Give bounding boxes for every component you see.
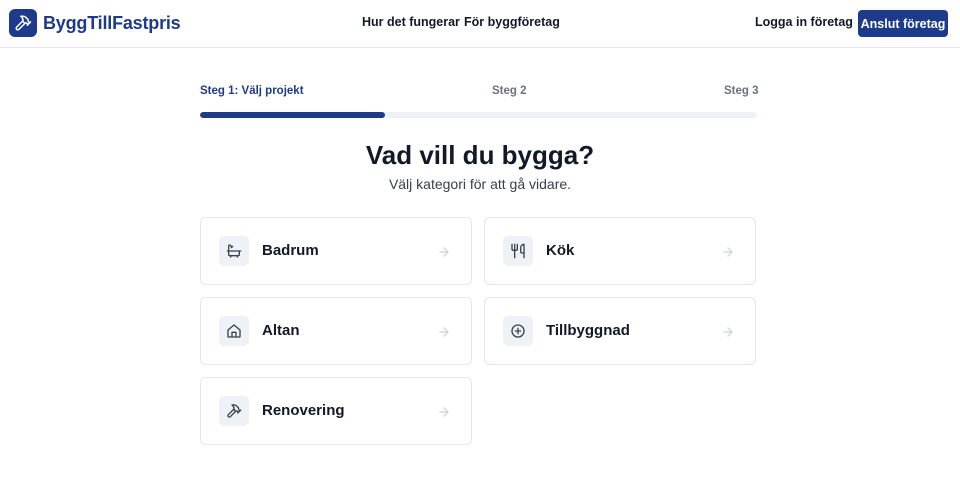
arrow-right-icon [439, 327, 449, 337]
category-card-tillbyggnad[interactable]: Tillbyggnad [484, 297, 756, 365]
category-label: Tillbyggnad [546, 322, 630, 339]
bathtub-icon [219, 236, 249, 266]
arrow-right-icon [439, 247, 449, 257]
page-title: Vad vill du bygga? [365, 140, 595, 170]
arrow-right-icon [723, 327, 733, 337]
arrow-right-icon [439, 407, 449, 417]
category-card-renovering[interactable]: Renovering [200, 377, 472, 445]
category-card-kok[interactable]: Kök [484, 217, 756, 285]
category-label: Altan [262, 322, 300, 339]
plus-circle-icon [503, 316, 533, 346]
utensils-icon [503, 236, 533, 266]
category-label: Kök [546, 242, 575, 259]
hammer-logo-icon [9, 9, 37, 37]
arrow-right-icon [723, 247, 733, 257]
progress-bar [200, 112, 757, 118]
category-card-badrum[interactable]: Badrum [200, 217, 472, 285]
hammer-icon [219, 396, 249, 426]
category-card-altan[interactable]: Altan [200, 297, 472, 365]
login-link[interactable]: Logga in företag [755, 15, 853, 29]
join-company-button[interactable]: Anslut företag [858, 10, 948, 37]
house-icon [219, 316, 249, 346]
brand-name: ByggTillFastpris [43, 12, 181, 33]
category-label: Renovering [262, 402, 345, 419]
page-subtitle: Välj kategori för att gå vidare. [388, 176, 572, 192]
step-2-label: Steg 2 [492, 85, 527, 97]
nav-for-builders[interactable]: För byggföretag [464, 15, 560, 29]
category-label: Badrum [262, 242, 319, 259]
top-header: ByggTillFastpris Hur det fungerar För by… [0, 0, 960, 48]
brand-logo[interactable]: ByggTillFastpris [9, 9, 181, 37]
step-1-label: Steg 1: Välj projekt [200, 85, 304, 97]
nav-how-it-works[interactable]: Hur det fungerar [362, 15, 460, 29]
step-3-label: Steg 3 [724, 85, 759, 97]
progress-bar-fill [200, 112, 386, 118]
